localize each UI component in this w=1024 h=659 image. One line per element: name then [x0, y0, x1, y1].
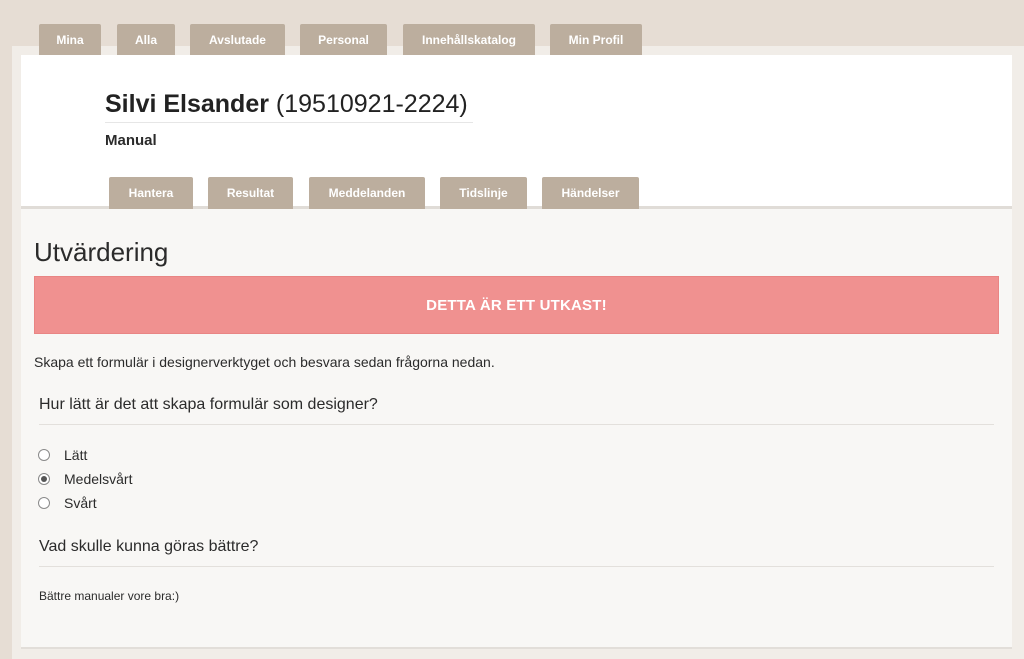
sub-tab-hantera[interactable]: Hantera: [109, 177, 193, 209]
radio-option-svart[interactable]: Svårt: [38, 494, 97, 512]
radio-label: Lätt: [64, 447, 88, 463]
person-name: Silvi Elsander: [105, 90, 269, 118]
sub-tab-handelser[interactable]: Händelser: [542, 177, 639, 209]
radio-label: Svårt: [64, 495, 97, 511]
radio-button[interactable]: [38, 497, 50, 509]
sub-tab-meddelanden[interactable]: Meddelanden: [309, 177, 425, 209]
sub-tab-tidslinje[interactable]: Tidslinje: [440, 177, 527, 209]
person-role: Manual: [105, 132, 157, 149]
person-title: Silvi Elsander (19510921-2224): [105, 90, 473, 123]
radio-option-medelsvart[interactable]: Medelsvårt: [38, 470, 132, 488]
top-tab-mina[interactable]: Mina: [39, 24, 101, 55]
radio-label: Medelsvårt: [64, 471, 133, 487]
person-ssn: (19510921-2224): [275, 90, 468, 118]
answer-text: Bättre manualer vore bra:): [39, 589, 180, 603]
top-tab-innehallskatalog[interactable]: Innehållskatalog: [403, 24, 535, 55]
radio-button-selected[interactable]: [38, 473, 50, 485]
top-tab-personal[interactable]: Personal: [300, 24, 387, 55]
question-2: Vad skulle kunna göras bättre?: [39, 538, 994, 567]
page-title: Utvärdering: [34, 237, 169, 267]
draft-banner: DETTA ÄR ETT UTKAST!: [34, 276, 999, 334]
instructions-text: Skapa ett formulär i designerverktyget o…: [34, 354, 495, 370]
evaluation-panel: Utvärdering DETTA ÄR ETT UTKAST! Skapa e…: [21, 209, 1012, 649]
radio-button[interactable]: [38, 449, 50, 461]
top-tab-alla[interactable]: Alla: [117, 24, 175, 55]
person-header: Silvi Elsander (19510921-2224) Manual Ha…: [21, 55, 1012, 209]
top-tab-avslutade[interactable]: Avslutade: [190, 24, 285, 55]
top-tab-min-profil[interactable]: Min Profil: [550, 24, 642, 55]
sub-tab-resultat[interactable]: Resultat: [208, 177, 293, 209]
radio-option-latt[interactable]: Lätt: [38, 446, 87, 464]
question-1: Hur lätt är det att skapa formulär som d…: [39, 396, 994, 425]
